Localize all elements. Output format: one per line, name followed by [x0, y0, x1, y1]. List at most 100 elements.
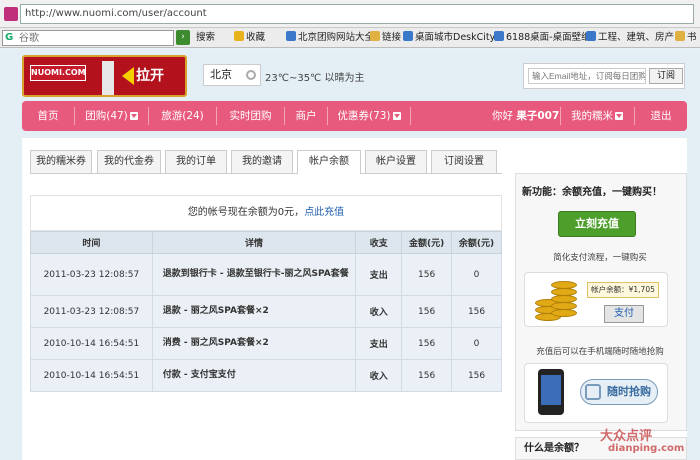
toolbar-links[interactable]: 链接	[370, 31, 401, 45]
tab-subscription-settings[interactable]: 订阅设置	[431, 150, 497, 173]
recharge-link[interactable]: 点此充值	[304, 207, 344, 218]
nav-greeting: 你好 果子007	[492, 110, 560, 122]
city-switch-icon[interactable]	[246, 70, 256, 80]
tabs-divider	[30, 173, 502, 174]
mobile-text: 充值后可以在手机端随时随地抢购	[536, 347, 664, 357]
city-selector[interactable]: 北京	[203, 64, 261, 86]
subscribe-box: 订阅	[523, 63, 685, 89]
toolbar-bookmark-2[interactable]: 桌面城市DeskCity.c	[403, 31, 502, 45]
cell-amount: 156	[401, 295, 453, 328]
tab-invitations[interactable]: 我的邀请	[231, 150, 293, 173]
nav-travel[interactable]: 旅游(24)	[149, 101, 216, 131]
coin-stack-icon	[551, 302, 577, 310]
nav-merchants[interactable]: 商户	[285, 101, 327, 131]
nav-divider	[634, 107, 635, 125]
logo-action-text: 拉开	[136, 68, 164, 84]
basket-icon	[585, 384, 601, 400]
cell-time: 2010-10-14 16:54:51	[30, 327, 153, 360]
cell-amount: 156	[401, 327, 453, 360]
sidebar-title: 新功能：余额充值，一键购买！	[522, 187, 662, 198]
table-row: 2010-10-14 16:54:51 消费 - 丽之风SPA套餐×2 支出 1…	[30, 327, 502, 360]
search-box[interactable]: G	[2, 30, 174, 46]
cell-amount: 156	[401, 253, 453, 296]
watermark-domain: dianping.com	[608, 443, 685, 454]
nav-divider	[560, 107, 561, 125]
cell-balance: 0	[451, 327, 502, 360]
dropdown-icon	[615, 112, 623, 120]
table-row: 2011-03-23 12:08:57 退款 - 丽之风SPA套餐×2 收入 1…	[30, 295, 502, 328]
email-subscribe-input[interactable]	[528, 68, 646, 84]
tab-account-balance[interactable]: 帐户余额	[297, 150, 361, 174]
address-bar[interactable]: http://www.nuomi.com/user/account	[20, 4, 694, 24]
cell-detail: 退款 - 丽之风SPA套餐×2	[151, 295, 357, 328]
username[interactable]: 果子007	[516, 110, 559, 122]
column-header: 时间	[30, 231, 153, 254]
toolbar-bookmark-1[interactable]: 北京团购网站大全	[286, 31, 374, 45]
cell-detail: 退款到银行卡 - 退款至银行卡-丽之风SPA套餐	[151, 253, 357, 296]
city-name: 北京	[210, 68, 232, 81]
toolbar-bookmark-3[interactable]: 6188桌面-桌面壁纸	[494, 31, 591, 45]
column-header: 详情	[151, 231, 357, 254]
search-input[interactable]	[19, 31, 169, 45]
subscribe-button[interactable]: 订阅	[649, 68, 683, 84]
coin-stack-icon	[551, 295, 577, 303]
star-icon	[234, 31, 244, 41]
google-icon: G	[5, 32, 14, 43]
coin-stack-icon	[551, 288, 577, 296]
browser-toolbar: G › 搜索 收藏 北京团购网站大全 链接 桌面城市DeskCity.c 618…	[0, 28, 700, 48]
table-row: 2011-03-23 12:08:57 退款到银行卡 - 退款至银行卡-丽之风S…	[30, 253, 502, 296]
page-icon	[494, 31, 504, 41]
phone-screen	[541, 375, 561, 405]
balance-card: 帐户余额：¥1,705	[587, 282, 659, 298]
site-favicon-icon	[4, 7, 18, 21]
pay-button: 支付	[604, 305, 644, 323]
dropdown-icon	[392, 112, 401, 120]
logo-brand: NUOMI.COM	[30, 65, 86, 81]
column-header: 余额(元)	[451, 231, 502, 254]
cell-type: 支出	[355, 253, 403, 296]
nav-my-nuomi[interactable]: 我的糯米	[562, 101, 632, 131]
nav-coupons[interactable]: 优惠券(73)	[328, 101, 410, 131]
tab-vouchers[interactable]: 我的代金券	[97, 150, 161, 173]
page-icon	[403, 31, 413, 41]
nav-group-buy[interactable]: 团购(47)	[75, 101, 148, 131]
dropdown-icon	[129, 112, 138, 120]
cell-type: 收入	[355, 359, 403, 392]
coin-stack-icon	[551, 309, 577, 317]
folder-icon	[370, 31, 380, 41]
balance-message: 您的帐号现在余额为0元，点此充值	[30, 195, 502, 231]
cell-balance: 156	[451, 359, 502, 392]
site-logo[interactable]: NUOMI.COM 拉开	[22, 55, 187, 97]
weather-text: 23℃~35℃ 以晴为主	[265, 73, 365, 84]
search-button[interactable]: 搜索	[196, 31, 215, 45]
cell-balance: 0	[451, 253, 502, 296]
tab-account-settings[interactable]: 帐户设置	[365, 150, 427, 173]
address-bar-row: http://www.nuomi.com/user/account	[0, 0, 700, 28]
recharge-now-button[interactable]: 立刻充值	[558, 211, 636, 237]
cell-amount: 156	[401, 359, 453, 392]
table-row: 2010-10-14 16:54:51 付款 - 支付宝支付 收入 156 15…	[30, 359, 502, 392]
toolbar-favorites[interactable]: 收藏	[234, 31, 265, 45]
promo-balance-card	[524, 272, 668, 327]
cell-time: 2010-10-14 16:54:51	[30, 359, 153, 392]
cell-time: 2011-03-23 12:08:57	[30, 295, 153, 328]
toolbar-bookmark-4[interactable]: 工程、建筑、房产	[586, 31, 674, 45]
column-header: 收支	[355, 231, 403, 254]
watermark-logo: 大众点评	[600, 429, 653, 444]
cell-detail: 消费 - 丽之风SPA套餐×2	[151, 327, 357, 360]
tab-my-coupons[interactable]: 我的糯米券	[30, 150, 92, 173]
nav-logout[interactable]: 退出	[636, 101, 686, 131]
nav-realtime[interactable]: 实时团购	[217, 101, 284, 131]
cell-time: 2011-03-23 12:08:57	[30, 253, 153, 296]
page-icon	[586, 31, 596, 41]
arrow-left-icon	[122, 67, 134, 85]
nav-home[interactable]: 首页	[22, 101, 74, 131]
page-icon	[286, 31, 296, 41]
main-nav: 首页 团购(47) 旅游(24) 实时团购 商户 优惠券(73) 你好 果子00…	[22, 101, 687, 131]
toolbar-books[interactable]: 书	[675, 31, 697, 45]
nav-divider	[410, 107, 411, 125]
cell-balance: 156	[451, 295, 502, 328]
cell-type: 收入	[355, 295, 403, 328]
tab-orders[interactable]: 我的订单	[165, 150, 227, 173]
search-go-icon[interactable]: ›	[176, 30, 190, 45]
